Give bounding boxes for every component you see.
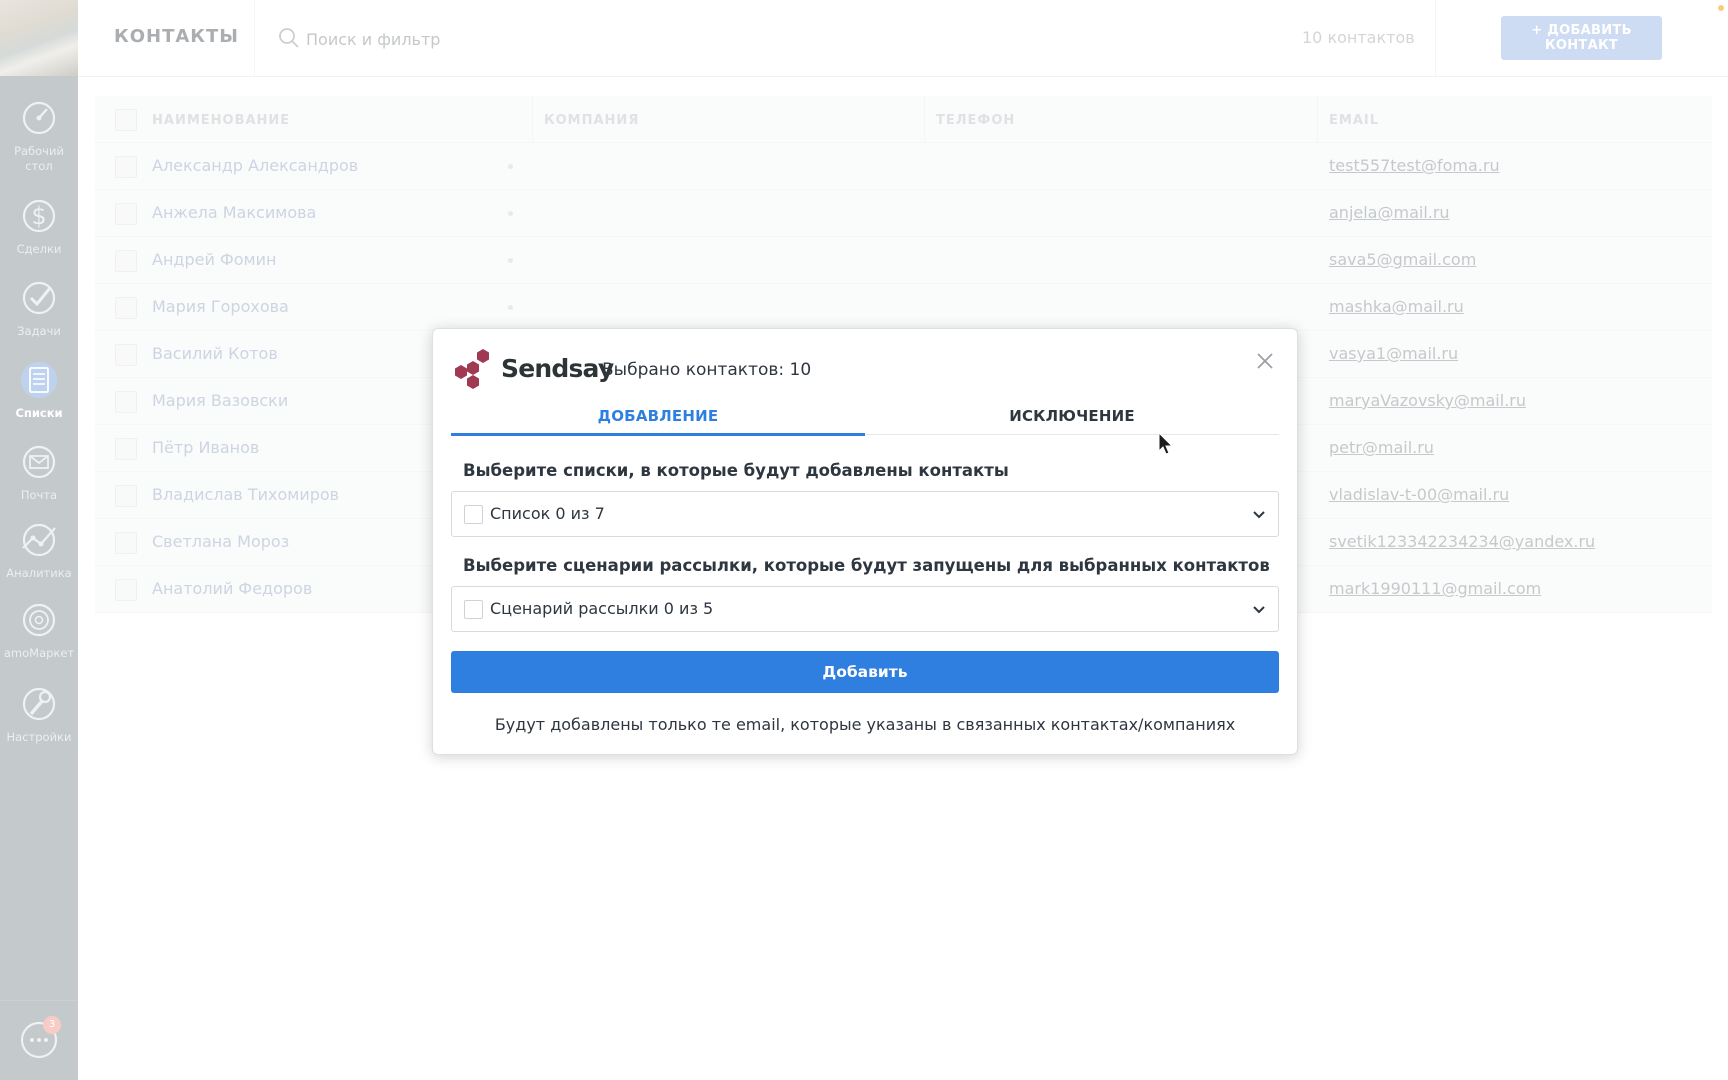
scenarios-select[interactable]: Сценарий рассылки 0 из 5 (451, 586, 1279, 632)
lists-select-checkbox[interactable] (464, 505, 483, 524)
mouse-cursor-icon (1158, 432, 1174, 455)
sendsay-modal: Sendsay Выбрано контактов: 10 ДОБАВЛЕНИЕ… (432, 328, 1298, 755)
scenarios-select-checkbox[interactable] (464, 600, 483, 619)
chevron-down-icon (1253, 511, 1265, 519)
sendsay-logo-text: Sendsay (501, 354, 614, 383)
chevron-down-icon (1253, 606, 1265, 614)
lists-select-value: Список 0 из 7 (490, 504, 605, 523)
scenarios-label: Выберите сценарии рассылки, которые буду… (463, 556, 1270, 575)
add-button[interactable]: Добавить (451, 651, 1279, 693)
close-icon[interactable] (1255, 351, 1275, 371)
sendsay-logo-icon (455, 349, 489, 389)
lists-label: Выберите списки, в которые будут добавле… (463, 461, 1009, 480)
info-note: Будут добавлены только те email, которые… (494, 715, 1236, 734)
lists-select[interactable]: Список 0 из 7 (451, 491, 1279, 537)
active-tab-indicator (451, 433, 865, 436)
scenarios-select-value: Сценарий рассылки 0 из 5 (490, 599, 714, 618)
tab-exclude[interactable]: ИСКЛЮЧЕНИЕ (865, 407, 1279, 437)
selected-count: Выбрано контактов: 10 (602, 360, 812, 380)
